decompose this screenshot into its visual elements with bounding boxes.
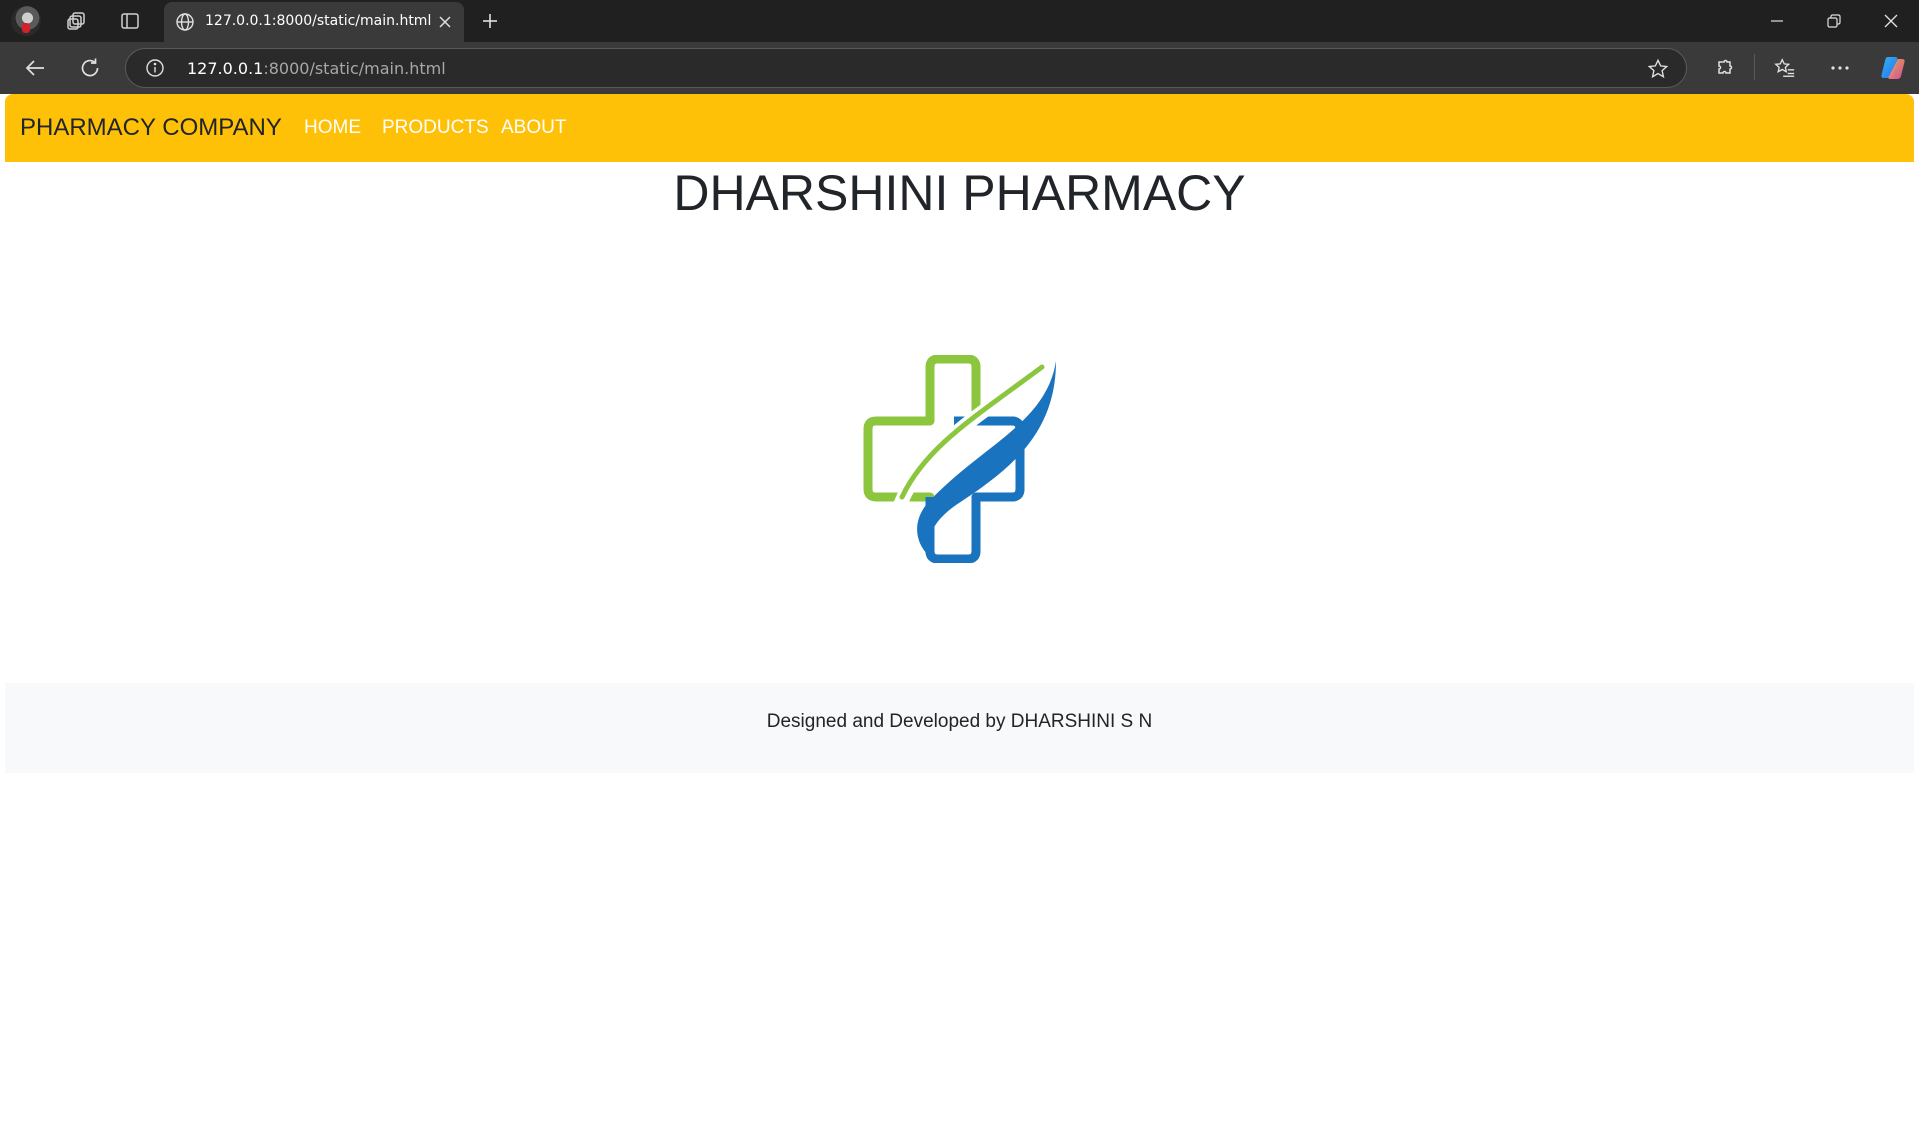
restore-icon[interactable]: [1820, 8, 1848, 34]
url-text[interactable]: 127.0.0.1:8000/static/main.html: [187, 59, 446, 78]
back-arrow-icon[interactable]: [21, 54, 49, 82]
url-host: 127.0.0.1: [187, 59, 264, 78]
url-path: :8000/static/main.html: [263, 59, 446, 78]
browser-tab-bar: 127.0.0.1:8000/static/main.html: [0, 0, 1919, 42]
page-title: DHARSHINI PHARMACY: [673, 165, 1246, 221]
nav-link-about[interactable]: ABOUT: [501, 117, 566, 139]
plus-icon[interactable]: [478, 9, 502, 33]
refresh-icon[interactable]: [76, 54, 104, 82]
window-close-icon[interactable]: [1877, 8, 1905, 34]
navbar-brand[interactable]: PHARMACY COMPANY: [20, 114, 282, 142]
workspaces-icon[interactable]: [65, 9, 89, 33]
active-tab[interactable]: 127.0.0.1:8000/static/main.html: [164, 2, 464, 42]
pharmacy-cross-logo: [863, 355, 1057, 563]
copilot-icon[interactable]: [1879, 54, 1907, 82]
site-footer: Designed and Developed by DHARSHINI S N: [5, 683, 1914, 773]
nav-link-products[interactable]: PRODUCTS: [382, 117, 489, 139]
page-viewport: PHARMACY COMPANY HOME PRODUCTS ABOUT DHA…: [5, 94, 1914, 1126]
vertical-tabs-icon[interactable]: [118, 9, 142, 33]
browser-toolbar: 127.0.0.1:8000/static/main.html: [0, 42, 1919, 94]
toolbar-divider: [1754, 54, 1755, 80]
site-navbar: PHARMACY COMPANY HOME PRODUCTS ABOUT: [5, 94, 1914, 162]
footer-credit: Designed and Developed by DHARSHINI S N: [766, 711, 1153, 732]
favorites-icon[interactable]: [1771, 54, 1799, 82]
globe-icon: [175, 12, 195, 37]
info-icon[interactable]: [145, 58, 165, 83]
star-icon[interactable]: [1647, 58, 1669, 85]
minimize-icon[interactable]: [1763, 8, 1791, 34]
close-icon[interactable]: [434, 11, 456, 33]
tab-title: 127.0.0.1:8000/static/main.html: [205, 13, 432, 29]
extensions-icon[interactable]: [1710, 54, 1738, 82]
nav-link-home[interactable]: HOME: [304, 117, 361, 139]
address-bar[interactable]: 127.0.0.1:8000/static/main.html: [125, 48, 1687, 88]
more-icon[interactable]: [1826, 54, 1854, 82]
profile-avatar[interactable]: [11, 6, 41, 36]
